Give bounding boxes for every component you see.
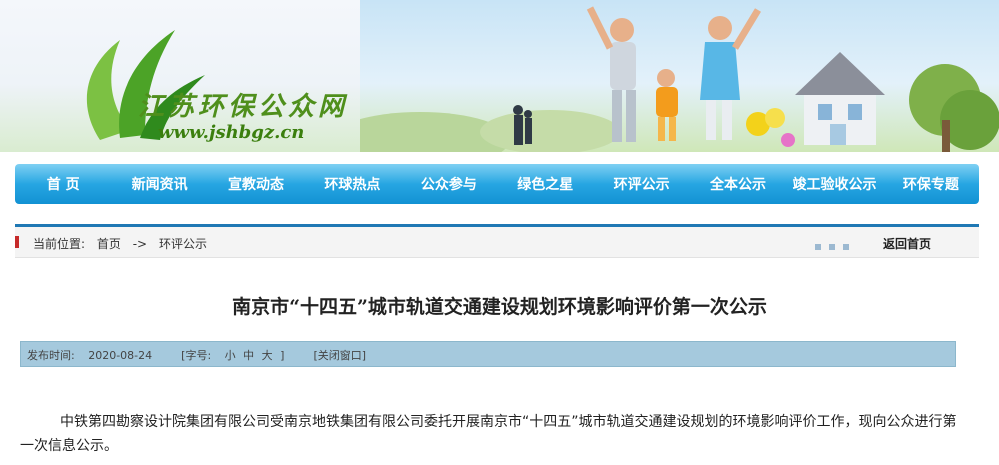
publish-date: 2020-08-24: [88, 349, 153, 362]
nav-education[interactable]: 宣教动态: [208, 174, 304, 194]
site-banner: 江苏环保公众网 www.jshbgz.cn: [0, 0, 999, 152]
close-window-link[interactable]: [关闭窗口]: [313, 349, 366, 362]
main-nav: 首 页 新闻资讯 宣教动态 环球热点 公众参与 绿色之星 环评公示 全本公示 竣…: [15, 164, 979, 204]
back-home-link[interactable]: 返回首页: [883, 235, 931, 252]
nav-global[interactable]: 环球热点: [304, 174, 400, 194]
nav-full-notice[interactable]: 全本公示: [690, 174, 786, 194]
font-size-large-link[interactable]: 大: [262, 349, 273, 362]
nav-news[interactable]: 新闻资讯: [111, 174, 207, 194]
banner-photo: [330, 0, 999, 152]
nav-participation[interactable]: 公众参与: [401, 174, 497, 194]
nav-home[interactable]: 首 页: [15, 174, 111, 194]
breadcrumb-current[interactable]: 环评公示: [159, 237, 207, 251]
family-illustration: [330, 6, 999, 152]
article-meta-bar: 发布时间: 2020-08-24 [字号: 小 中 大 ] [关闭窗口]: [20, 341, 956, 367]
nav-green-star[interactable]: 绿色之星: [497, 174, 593, 194]
article-body: 中铁第四勘察设计院集团有限公司受南京地铁集团有限公司委托开展南京市“十四五”城市…: [20, 414, 957, 454]
font-size-label: [字号:: [181, 349, 212, 362]
nav-acceptance-notice[interactable]: 竣工验收公示: [786, 174, 882, 194]
nav-eia-notice[interactable]: 环评公示: [593, 174, 689, 194]
article-title: 南京市“十四五”城市轨道交通建设规划环境影响评价第一次公示: [232, 296, 767, 318]
breadcrumb: 当前位置: 首页 -> 环评公示 返回首页: [15, 227, 979, 258]
breadcrumb-separator: ->: [132, 237, 148, 251]
font-size-close: ]: [280, 349, 285, 362]
breadcrumb-marker-icon: [15, 236, 19, 248]
breadcrumb-label: 当前位置:: [33, 237, 86, 251]
site-name: 江苏环保公众网: [138, 92, 349, 122]
site-url: www.jshbgz.cn: [158, 122, 305, 143]
breadcrumb-home-link[interactable]: 首页: [97, 237, 121, 251]
font-size-small-link[interactable]: 小: [225, 349, 236, 362]
decorative-dots-icon: [815, 239, 857, 253]
nav-topics[interactable]: 环保专题: [883, 174, 979, 194]
publish-date-label: 发布时间:: [27, 349, 75, 362]
font-size-medium-link[interactable]: 中: [243, 349, 254, 362]
